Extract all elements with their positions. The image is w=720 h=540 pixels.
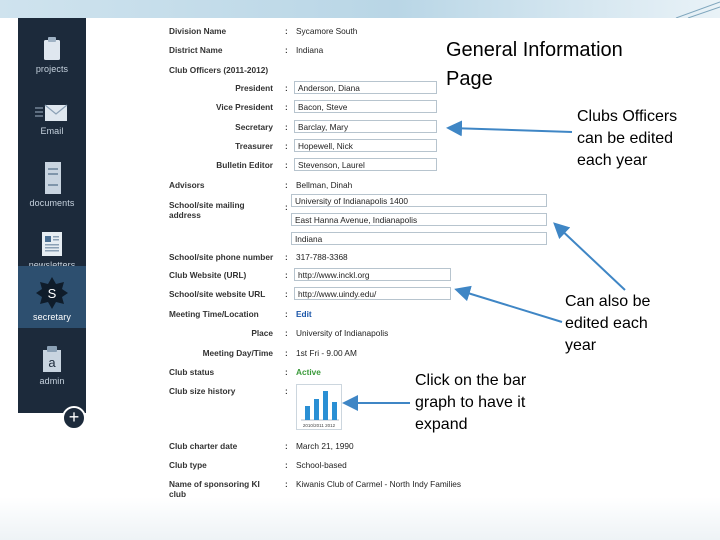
arrow-officers bbox=[446, 120, 573, 137]
annotation-arrows bbox=[342, 120, 626, 411]
arrow-websites bbox=[454, 285, 563, 323]
arrow-address bbox=[553, 222, 626, 291]
